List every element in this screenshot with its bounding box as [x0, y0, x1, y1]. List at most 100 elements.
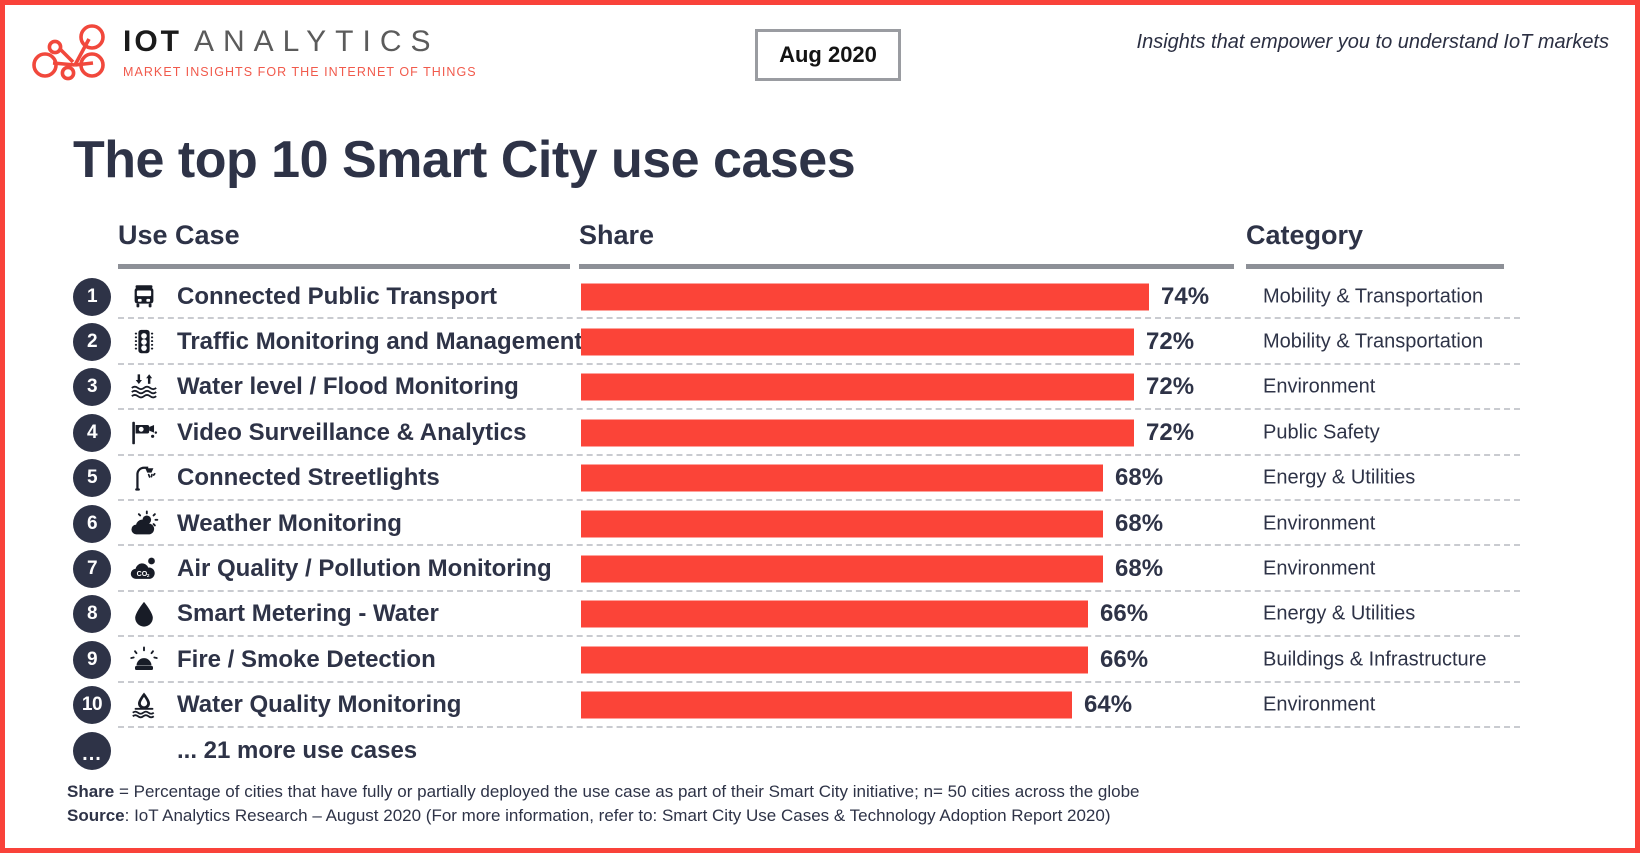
use-case-label: Air Quality / Pollution Monitoring	[177, 555, 552, 583]
traffic-light-icon	[127, 325, 161, 359]
rank-badge: 5	[73, 459, 111, 498]
table-row[interactable]: 2 Traffic Monitoring and Management 72% Mob…	[5, 319, 1635, 365]
co2-cloud-icon: CO 2	[127, 552, 161, 586]
share-value-label: 68%	[1115, 464, 1164, 492]
water-quality-icon	[127, 688, 161, 722]
cctv-camera-icon	[127, 416, 161, 450]
share-value-label: 74%	[1161, 282, 1210, 310]
use-case-label: Fire / Smoke Detection	[177, 645, 436, 673]
table-row[interactable]: 9 Fire / Smoke Detection 66% Buildings & In…	[5, 637, 1635, 683]
rank-badge: 7	[73, 550, 111, 589]
share-bar	[581, 691, 1072, 719]
share-value-label: 66%	[1100, 600, 1149, 628]
share-value-label: 72%	[1146, 418, 1195, 446]
footnote-share: Share = Percentage of cities that have f…	[67, 780, 1140, 804]
table-row[interactable]: 10 Water Quality Monitoring 64% Environment	[5, 683, 1635, 728]
rank-badge: 1	[73, 277, 111, 316]
footnote-source: Source: IoT Analytics Research – August …	[67, 804, 1140, 828]
share-value-label: 64%	[1084, 691, 1133, 719]
table-row[interactable]: 5 Connected Streetlights 68% Energy & Utili…	[5, 456, 1635, 501]
category-label: Mobility & Transportation	[1263, 330, 1484, 353]
share-bar	[581, 646, 1088, 674]
header-tagline: Insights that empower you to understand …	[1136, 31, 1609, 53]
footnote-source-key: Source	[67, 805, 125, 825]
footnote-share-text: = Percentage of cities that have fully o…	[114, 781, 1140, 801]
share-bar	[581, 328, 1134, 356]
table-row[interactable]: 6 Weather Monitoring 68% Environment	[5, 501, 1635, 547]
weather-sun-cloud-icon	[127, 507, 161, 541]
infographic-page: IOT ANALYTICS MARKET INSIGHTS FOR THE INT…	[0, 0, 1640, 853]
category-label: Environment	[1263, 375, 1376, 398]
column-header-category: Category	[1246, 220, 1364, 250]
table-row[interactable]: 1 Connected Public Transport 74% Mobility &…	[5, 274, 1635, 320]
share-bar	[581, 373, 1134, 401]
footnote-source-text: : IoT Analytics Research – August 2020 (…	[124, 805, 1111, 825]
footnote-share-key: Share	[67, 781, 115, 801]
use-case-label: Traffic Monitoring and Management	[177, 328, 583, 356]
category-label: Buildings & Infrastructure	[1263, 648, 1487, 671]
logo-title-iot: IOT	[123, 25, 182, 58]
header-rule-share	[579, 264, 1234, 269]
share-bar	[581, 419, 1134, 447]
rank-badge: 4	[73, 413, 111, 452]
share-bar	[581, 600, 1088, 628]
category-label: Energy & Utilities	[1263, 602, 1416, 625]
use-case-label: Weather Monitoring	[177, 509, 402, 537]
network-nodes-logo-icon	[23, 17, 115, 89]
category-label: Environment	[1263, 512, 1376, 535]
share-bar	[581, 510, 1103, 538]
rank-badge: 8	[73, 595, 111, 634]
share-value-label: 68%	[1115, 509, 1164, 537]
header-rule-use-case	[118, 264, 570, 269]
category-label: Mobility & Transportation	[1263, 285, 1484, 308]
category-label: Energy & Utilities	[1263, 466, 1416, 489]
water-level-icon	[127, 370, 161, 404]
share-bar	[581, 464, 1103, 492]
share-bar	[581, 555, 1103, 583]
logo-title: IOT ANALYTICS	[123, 27, 477, 57]
use-case-label: Water level / Flood Monitoring	[177, 373, 519, 401]
table-row[interactable]: 7 CO 2 Air Quality / Pollution Monitoring 68…	[5, 546, 1635, 592]
streetlight-icon	[127, 461, 161, 495]
rank-badge: 10	[73, 686, 111, 725]
footnotes: Share = Percentage of cities that have f…	[67, 780, 1140, 828]
share-bar	[581, 283, 1149, 311]
header-rule-category	[1246, 264, 1504, 269]
page-title: The top 10 Smart City use cases	[73, 131, 856, 189]
bus-icon	[127, 280, 161, 314]
use-case-label: Smart Metering - Water	[177, 600, 439, 628]
more-badge: ...	[73, 731, 111, 770]
rank-badge: 9	[73, 640, 111, 679]
category-label: Environment	[1263, 557, 1376, 580]
share-value-label: 66%	[1100, 645, 1149, 673]
logo-title-analytics: ANALYTICS	[194, 25, 440, 58]
rank-badge: 3	[73, 368, 111, 407]
share-value-label: 72%	[1146, 328, 1195, 356]
date-badge: Aug 2020	[755, 29, 901, 81]
share-value-label: 68%	[1115, 555, 1164, 583]
use-case-label: Video Surveillance & Analytics	[177, 418, 527, 446]
header: IOT ANALYTICS MARKET INSIGHTS FOR THE INT…	[5, 5, 1635, 105]
svg-text:2: 2	[147, 573, 150, 578]
column-header-use-case: Use Case	[118, 220, 240, 250]
siren-alarm-icon	[127, 643, 161, 677]
table-rows: 1 Connected Public Transport 74% Mobility &…	[5, 274, 1635, 774]
logo-wordmark: IOT ANALYTICS MARKET INSIGHTS FOR THE INT…	[123, 27, 477, 80]
use-case-label: Connected Public Transport	[177, 282, 498, 310]
more-use-cases-label: ... 21 more use cases	[177, 736, 418, 764]
rank-badge: 2	[73, 323, 111, 362]
table-row[interactable]: 8 Smart Metering - Water 66% Energy & Utili…	[5, 592, 1635, 638]
table-row[interactable]: 3 Water level / Flood Monitoring 72% Enviro…	[5, 365, 1635, 411]
category-label: Environment	[1263, 693, 1376, 716]
share-value-label: 72%	[1146, 373, 1195, 401]
rank-badge: 6	[73, 504, 111, 543]
use-case-label: Water Quality Monitoring	[177, 691, 462, 719]
logo-tagline: MARKET INSIGHTS FOR THE INTERNET OF THIN…	[123, 65, 477, 79]
table-row[interactable]: 4 Video Surveillance & Analytics 72% Public…	[5, 410, 1635, 456]
water-drop-icon	[127, 597, 161, 631]
category-label: Public Safety	[1263, 421, 1380, 444]
more-use-cases-row[interactable]: ... ... 21 more use cases	[5, 728, 1635, 774]
column-header-share: Share	[579, 220, 655, 250]
use-case-label: Connected Streetlights	[177, 464, 440, 492]
iot-analytics-logo: IOT ANALYTICS MARKET INSIGHTS FOR THE INT…	[23, 17, 477, 89]
